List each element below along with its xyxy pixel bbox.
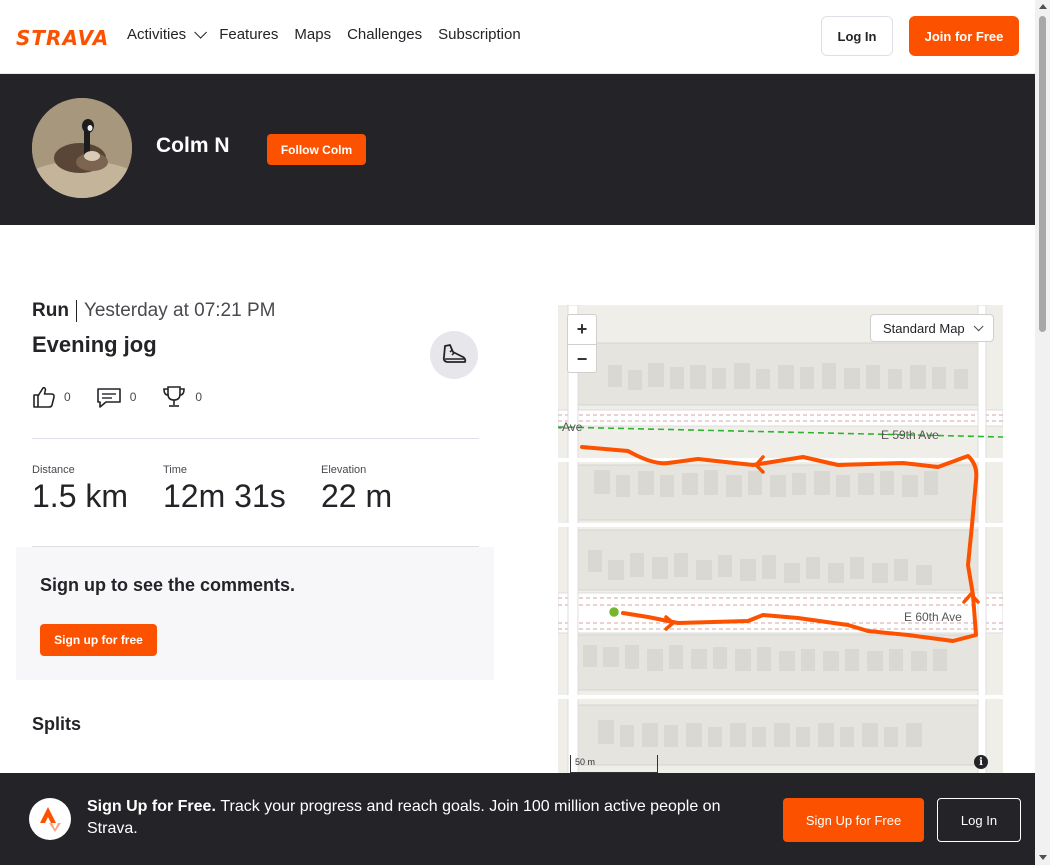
signup-for-free-button[interactable]: Sign up for free	[40, 624, 157, 656]
stat-label: Elevation	[321, 464, 367, 476]
follow-button[interactable]: Follow Colm	[267, 134, 366, 165]
scroll-up-arrow[interactable]	[1039, 4, 1047, 9]
scroll-down-arrow[interactable]	[1039, 855, 1047, 860]
thumbs-up-icon	[33, 386, 55, 408]
trophy-icon	[163, 386, 186, 407]
scroll-thumb[interactable]	[1039, 16, 1046, 332]
stat-value: 1.5 km	[32, 478, 129, 514]
page-scrollbar[interactable]	[1035, 0, 1050, 865]
stat-value: 12m 31s	[163, 478, 286, 514]
stat-label: Time	[163, 464, 188, 476]
stat-time: Time 12m 31s	[163, 464, 286, 515]
activity-type: Run	[32, 300, 77, 322]
street-label: -Ave	[558, 420, 583, 434]
top-nav: STRAVA Activities Features Maps Challeng…	[0, 0, 1035, 74]
signup-banner: Sign Up for Free. Track your progress an…	[0, 773, 1035, 865]
street-label: E 59th Ave	[881, 428, 939, 442]
nav-item-label: Activities	[127, 26, 187, 43]
comments-button[interactable]: 0	[96, 385, 137, 409]
chevron-down-icon	[194, 26, 208, 39]
nav-item-features[interactable]: Features	[219, 26, 278, 43]
nav-item-subscription[interactable]: Subscription	[438, 26, 521, 43]
map-scale: 50 m	[570, 755, 658, 773]
nav-item-maps[interactable]: Maps	[294, 26, 331, 43]
athlete-name[interactable]: Colm N	[156, 134, 230, 158]
login-button[interactable]: Log In	[821, 16, 893, 56]
activity-title: Evening jog	[32, 332, 157, 357]
activity-date: Yesterday at 07:21 PM	[83, 300, 276, 321]
splits-title: Splits	[32, 714, 82, 734]
achievements-count: 0	[195, 390, 203, 404]
route-start-marker	[607, 605, 621, 619]
comment-icon	[96, 388, 121, 408]
stat-value: 22 m	[321, 478, 393, 514]
main-nav: Activities Features Maps Challenges Subs…	[127, 26, 537, 43]
map-style-label: Standard Map	[883, 320, 965, 336]
strava-logo[interactable]: STRAVA	[16, 26, 109, 50]
banner-login-button[interactable]: Log In	[937, 798, 1021, 842]
zoom-in-button[interactable]: +	[568, 315, 596, 344]
athlete-header: Colm N Follow Colm	[0, 74, 1035, 225]
chevron-down-icon	[973, 320, 984, 331]
banner-signup-button[interactable]: Sign Up for Free	[783, 798, 924, 842]
kudos-button[interactable]: 0	[32, 385, 71, 409]
zoom-controls: + −	[567, 314, 597, 373]
shoe-icon	[442, 344, 467, 363]
avatar[interactable]	[32, 98, 132, 198]
activity-map[interactable]: -Ave E 59th Ave E 60th Ave + − Standard …	[558, 305, 1003, 775]
comments-signup-box: Sign up to see the comments. Sign up for…	[16, 547, 494, 680]
stat-elevation: Elevation 22 m	[321, 464, 392, 515]
nav-item-activities[interactable]: Activities	[127, 26, 208, 43]
info-icon[interactable]: i	[974, 755, 988, 769]
comments-count: 0	[129, 390, 137, 404]
achievements-button[interactable]: 0	[161, 384, 202, 410]
shoe-badge	[430, 331, 478, 379]
activity-heading: Run Yesterday at 07:21 PM	[32, 300, 275, 322]
kudos-count: 0	[64, 390, 71, 404]
street-label: E 60th Ave	[904, 610, 962, 624]
join-button[interactable]: Join for Free	[909, 16, 1019, 56]
nav-item-challenges[interactable]: Challenges	[347, 26, 422, 43]
stat-distance: Distance 1.5 km	[32, 464, 128, 515]
zoom-out-button[interactable]: −	[568, 344, 596, 373]
comments-title: Sign up to see the comments.	[40, 575, 296, 595]
strava-logo-icon	[29, 798, 71, 840]
banner-text: Sign Up for Free. Track your progress an…	[87, 796, 757, 840]
strava-mark-icon	[40, 807, 61, 832]
divider	[32, 438, 479, 439]
map-style-select[interactable]: Standard Map	[870, 314, 994, 342]
banner-headline: Sign Up for Free.	[87, 798, 221, 815]
social-actions: 0 0 0	[32, 384, 227, 410]
goose-avatar-image	[32, 98, 132, 198]
stat-label: Distance	[32, 464, 75, 476]
map-canvas[interactable]	[558, 305, 1003, 775]
